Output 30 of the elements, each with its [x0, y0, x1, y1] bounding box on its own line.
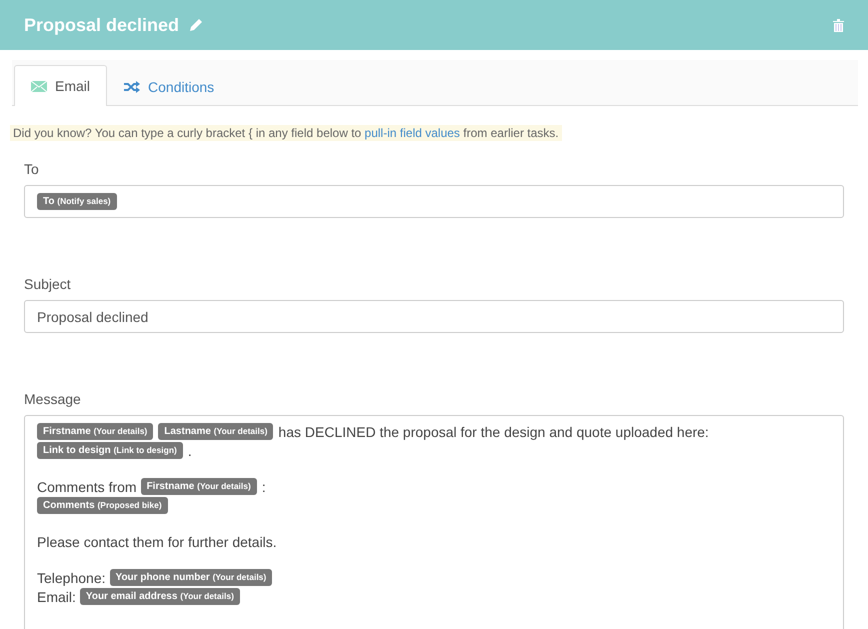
message-text: Comments from [37, 478, 137, 494]
step-title: Proposal declined [24, 14, 180, 36]
message-text: Please contact them for further details. [37, 534, 277, 550]
field-token[interactable]: Firstname (Your details) [37, 423, 154, 440]
message-text: : [262, 478, 266, 494]
message-text: . [188, 442, 192, 458]
message-text: Telephone: [37, 570, 106, 586]
field-token[interactable]: Link to design (Link to design) [37, 442, 183, 459]
field-token[interactable]: Lastname (Your details) [158, 423, 274, 440]
message-text: Email: [37, 588, 76, 604]
tab[interactable]: Email [14, 65, 108, 106]
tab[interactable]: Conditions [107, 66, 232, 106]
message-text: has DECLINED the proposal for the design and quote uploaded here: [278, 424, 709, 440]
field-token[interactable]: Your phone number (Your details) [110, 569, 272, 586]
field-token[interactable]: To (Notify sales) [37, 192, 117, 210]
field-label: To [24, 161, 40, 177]
hint-text: Did you know? You can type a curly bracket { in any field below to pull-in field values from earlier tasks. [10, 125, 562, 141]
trash-icon[interactable] [833, 18, 844, 32]
field-token[interactable]: Firstname (Your details) [140, 478, 257, 495]
field-label: Message [24, 391, 82, 407]
to-field[interactable]: To (Notify sales) [24, 185, 844, 218]
hint-link[interactable]: pull-in field values [364, 126, 460, 140]
shuffle-icon [124, 80, 140, 92]
envelope-icon [31, 80, 47, 92]
pencil-icon[interactable] [189, 18, 204, 32]
field-label: Subject [24, 276, 72, 292]
subject-field[interactable]: Proposal declined [24, 300, 844, 333]
message-field[interactable] [24, 415, 844, 629]
field-token[interactable]: Comments (Proposed bike) [37, 497, 168, 514]
field-token[interactable]: Your email address (Your details) [80, 588, 240, 605]
